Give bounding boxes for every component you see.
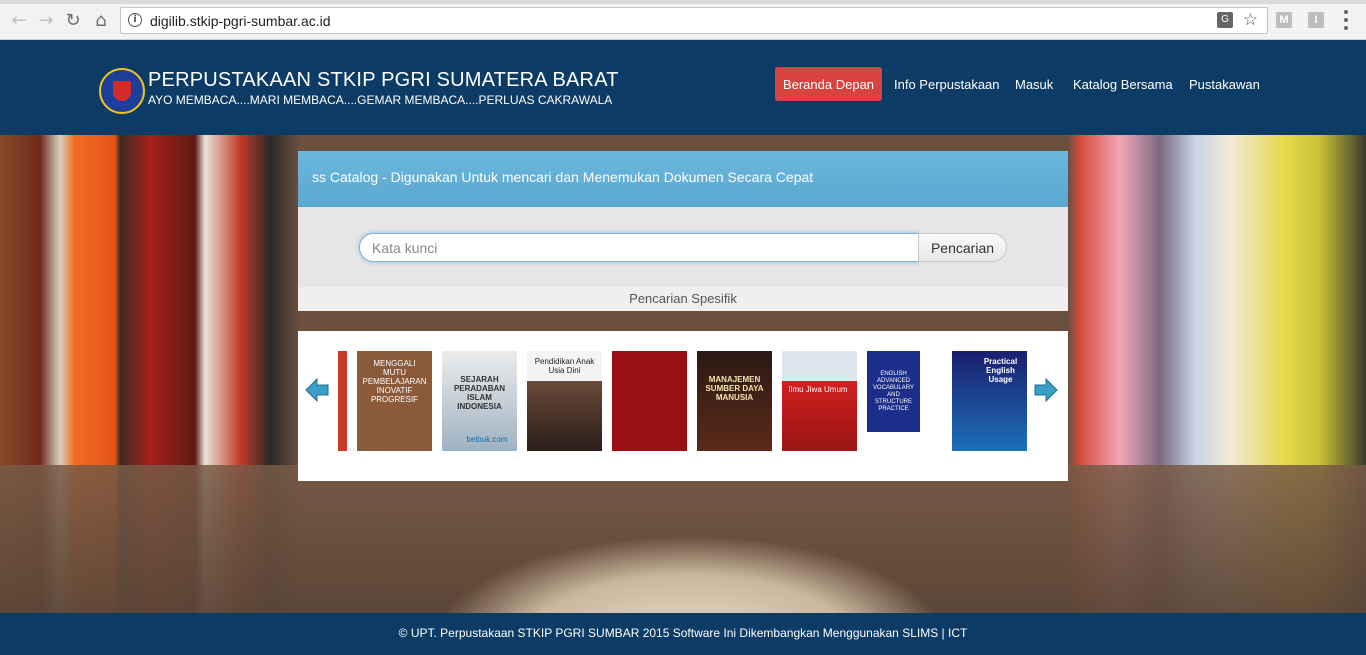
nav-info-perpustakaan[interactable]: Info Perpustakaan xyxy=(894,67,1000,101)
book-cover[interactable]: MANAJEMEN SUMBER DAYA MANUSIA xyxy=(697,351,772,451)
book-cover-title: MANAJEMEN SUMBER DAYA MANUSIA xyxy=(705,375,764,402)
search-area: Pencarian xyxy=(298,207,1068,287)
nav-beranda-depan[interactable]: Beranda Depan xyxy=(775,67,882,101)
catalog-header: ss Catalog - Digunakan Untuk mencari dan… xyxy=(298,151,1068,207)
forward-icon[interactable]: → xyxy=(35,9,57,31)
nav-masuk[interactable]: Masuk xyxy=(1015,67,1053,101)
book-cover-publisher: belbuk.com xyxy=(466,435,508,444)
extension-i-icon[interactable]: I xyxy=(1308,12,1324,28)
book-cover[interactable]: Pendidikan Anak Usia Dini xyxy=(527,351,602,451)
browser-menu-icon[interactable] xyxy=(1343,10,1349,30)
nav-pustakawan[interactable]: Pustakawan xyxy=(1189,67,1260,101)
extension-m-icon[interactable]: M xyxy=(1276,12,1292,28)
search-button[interactable]: Pencarian xyxy=(918,233,1007,262)
reload-icon[interactable]: ↻ xyxy=(62,9,84,31)
translate-icon[interactable]: G xyxy=(1217,12,1233,28)
site-title[interactable]: PERPUSTAKAAN STKIP PGRI SUMATERA BARAT xyxy=(148,69,619,92)
tab-strip xyxy=(0,0,1366,4)
url-text[interactable]: digilib.stkip-pgri-sumbar.ac.id xyxy=(150,13,331,29)
book-cover-title: Practical English Usage xyxy=(983,357,1018,384)
book-cover[interactable]: MENGGALI MUTU PEMBELAJARAN INOVATIF PROG… xyxy=(357,351,432,451)
book-cover-partial[interactable] xyxy=(338,351,347,451)
specific-search-link[interactable]: Pencarian Spesifik xyxy=(298,287,1068,311)
book-cover[interactable]: Ilmu Jiwa Umum xyxy=(782,351,857,451)
carousel-next-icon[interactable] xyxy=(1034,378,1058,402)
browser-toolbar: ← → ↻ ⌂ i digilib.stkip-pgri-sumbar.ac.i… xyxy=(0,0,1366,40)
catalog-marquee: ss Catalog - Digunakan Untuk mencari dan… xyxy=(312,169,814,185)
book-cover-title: MENGGALI MUTU PEMBELAJARAN INOVATIF PROG… xyxy=(362,359,427,404)
book-cover-title: Pendidikan Anak Usia Dini xyxy=(534,357,595,375)
book-cover-title: ENGLISH ADVANCED VOCABULARY AND STRUCTUR… xyxy=(873,371,914,412)
info-icon[interactable]: i xyxy=(128,13,142,27)
book-cover-title: SEJARAH PERADABAN ISLAM INDONESIA xyxy=(453,375,506,411)
footer: © UPT. Perpustakaan STKIP PGRI SUMBAR 20… xyxy=(0,613,1366,655)
address-bar[interactable]: i digilib.stkip-pgri-sumbar.ac.id G ☆ xyxy=(120,7,1268,34)
search-input[interactable] xyxy=(359,233,919,262)
nav-katalog-bersama[interactable]: Katalog Bersama xyxy=(1073,67,1173,101)
book-cover[interactable]: ENGLISH ADVANCED VOCABULARY AND STRUCTUR… xyxy=(867,351,920,432)
home-icon[interactable]: ⌂ xyxy=(90,9,112,31)
logo[interactable] xyxy=(99,68,145,114)
book-cover[interactable] xyxy=(612,351,687,451)
book-cover[interactable]: SEJARAH PERADABAN ISLAM INDONESIA belbuk… xyxy=(442,351,517,451)
book-carousel: MENGGALI MUTU PEMBELAJARAN INOVATIF PROG… xyxy=(298,331,1068,481)
site-tagline: AYO MEMBACA....MARI MEMBACA....GEMAR MEM… xyxy=(148,93,613,107)
site-header: PERPUSTAKAAN STKIP PGRI SUMATERA BARAT A… xyxy=(0,40,1366,135)
book-cover[interactable]: Practical English Usage xyxy=(952,351,1027,451)
back-icon[interactable]: ← xyxy=(8,9,30,31)
book-cover-title: Ilmu Jiwa Umum xyxy=(788,385,848,394)
carousel-prev-icon[interactable] xyxy=(305,378,329,402)
bookmark-star-icon[interactable]: ☆ xyxy=(1243,10,1258,30)
